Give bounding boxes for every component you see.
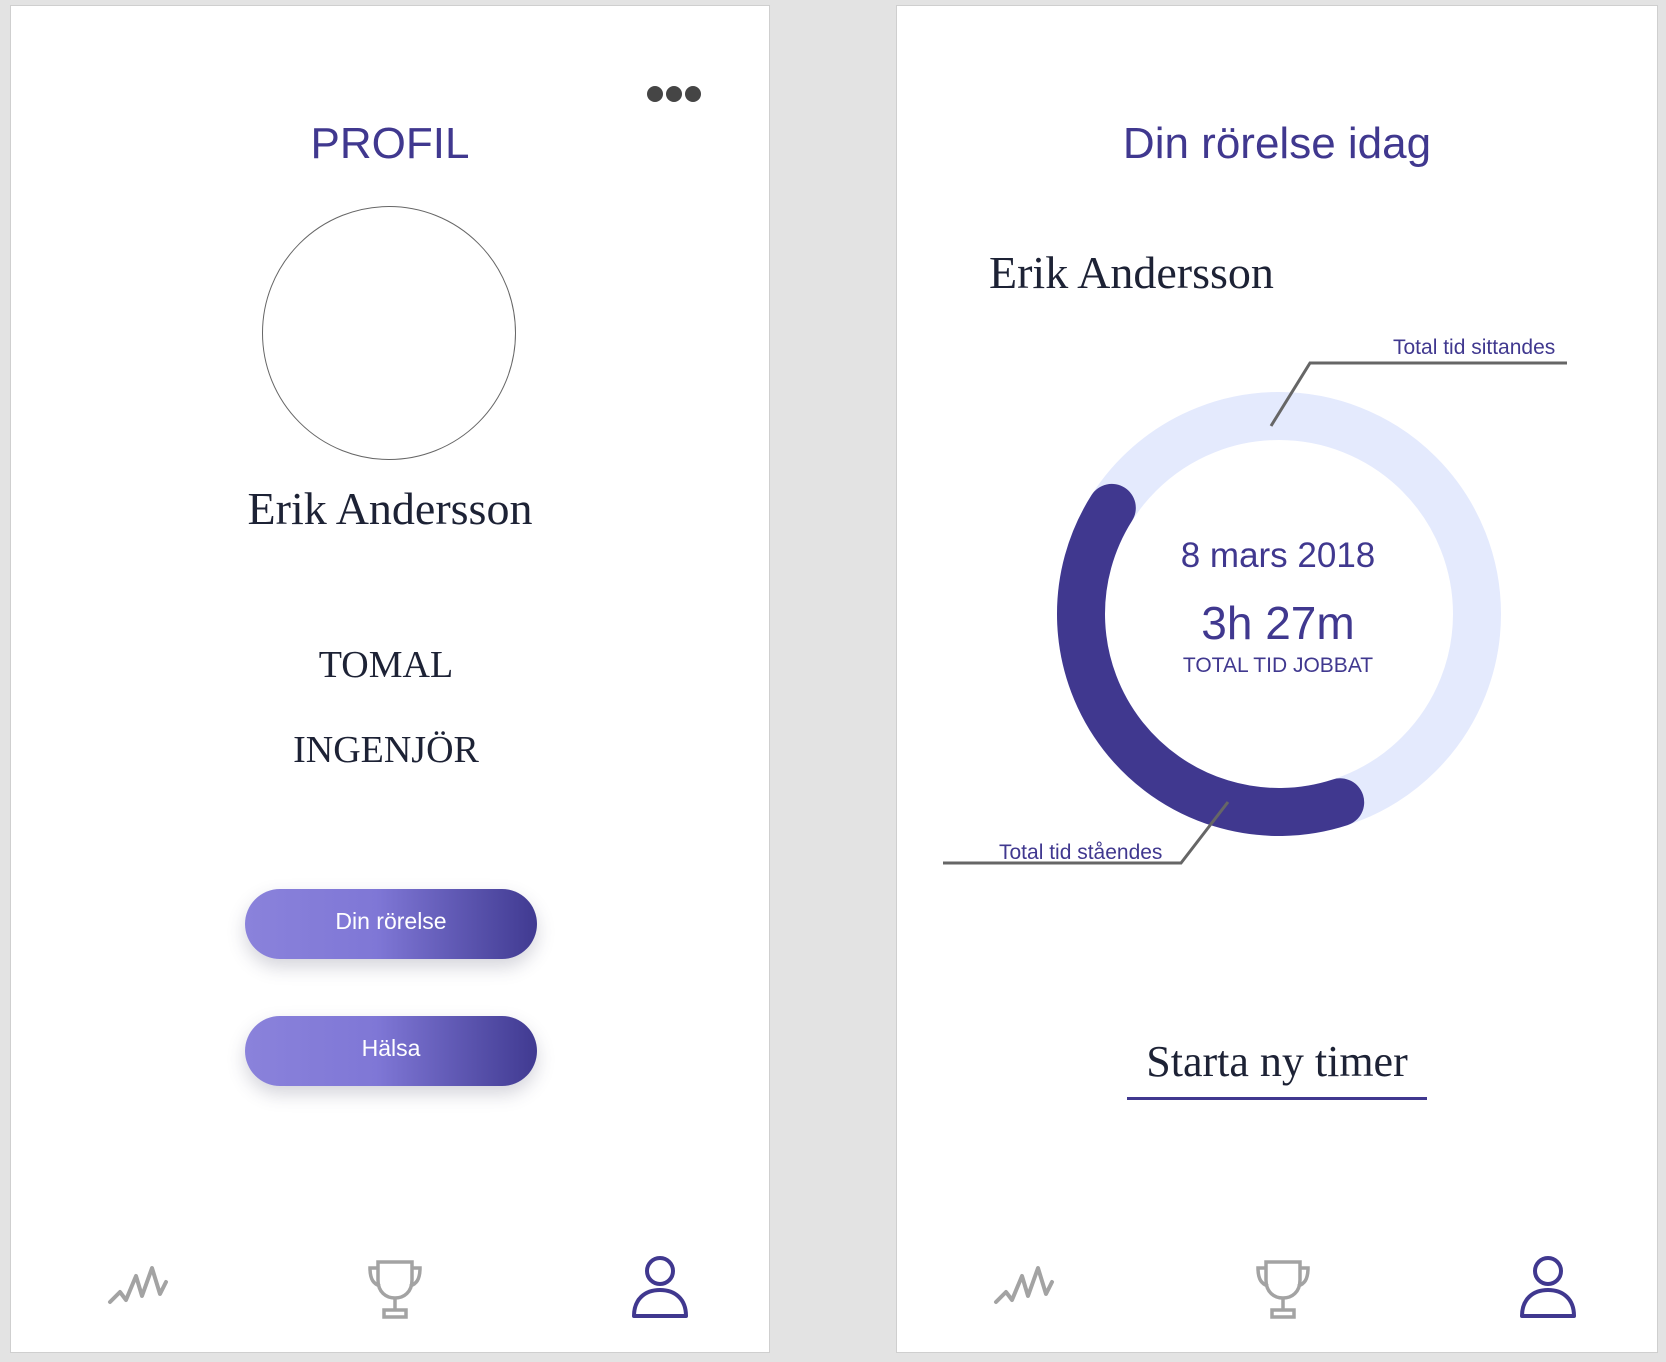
activity-icon[interactable] — [102, 1254, 172, 1324]
start-timer-link[interactable]: Starta ny timer — [1127, 1036, 1427, 1100]
total-time-value: 3h 27m — [1201, 597, 1355, 649]
more-horizontal-icon[interactable] — [647, 86, 701, 102]
user-icon[interactable] — [625, 1254, 695, 1324]
avatar[interactable] — [262, 206, 516, 460]
movement-donut-chart — [943, 361, 1567, 865]
sitting-callout-label: Total tid sittandes — [1393, 336, 1556, 359]
profile-screen: PROFIL Erik Andersson TOMAL INGENJÖR Din… — [10, 5, 770, 1353]
total-time-caption: TOTAL TID JOBBAT — [1182, 654, 1374, 677]
bottom-navbar — [11, 1254, 769, 1324]
trophy-icon[interactable] — [360, 1254, 430, 1324]
movement-screen: Din rörelse idag Erik Andersson Total ti… — [896, 5, 1658, 1353]
trophy-icon[interactable] — [1248, 1254, 1318, 1324]
activity-icon[interactable] — [988, 1254, 1058, 1324]
role-line-1: TOMAL — [318, 644, 454, 686]
bottom-navbar — [897, 1254, 1657, 1324]
user-icon[interactable] — [1513, 1254, 1583, 1324]
user-name: Erik Andersson — [247, 483, 533, 534]
din-rorelse-button[interactable]: Din rörelse — [245, 889, 537, 959]
date-label: 8 mars 2018 — [1180, 536, 1376, 575]
role-line-2: INGENJÖR — [293, 729, 479, 771]
standing-callout-label: Total tid ståendes — [999, 841, 1163, 864]
halsa-button[interactable]: Hälsa — [245, 1016, 537, 1086]
page-title: PROFIL — [310, 119, 470, 168]
